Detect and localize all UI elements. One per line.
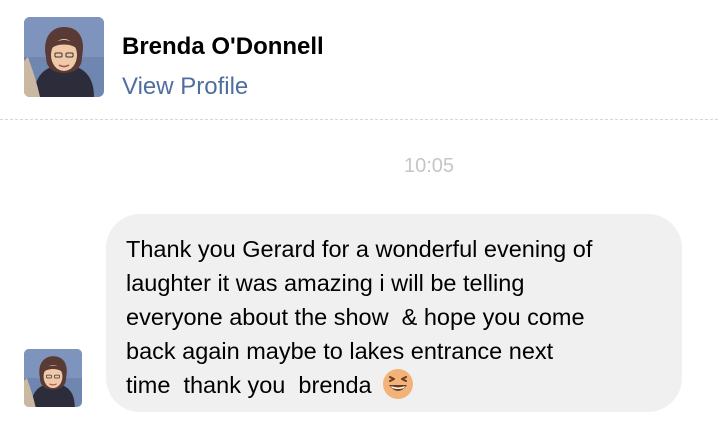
grinning-squinting-face-icon — [382, 368, 414, 400]
sender-avatar[interactable] — [24, 349, 82, 407]
message-line: Thank you Gerard for a wonderful evening… — [126, 236, 593, 262]
message-line: time thank you brenda — [126, 372, 372, 398]
message-text: Thank you Gerard for a wonderful evening… — [126, 232, 662, 402]
header-divider — [0, 119, 718, 120]
avatar-photo-icon — [24, 349, 82, 407]
message-timestamp: 10:05 — [403, 155, 455, 177]
contact-avatar[interactable] — [24, 17, 104, 97]
message-line: everyone about the show & hope you come — [126, 304, 585, 330]
avatar-photo-icon — [24, 17, 104, 97]
message-line: laughter it was amazing i will be tellin… — [126, 270, 525, 296]
chat-header: Brenda O'Donnell View Profile — [0, 0, 718, 120]
message-bubble[interactable]: Thank you Gerard for a wonderful evening… — [106, 214, 682, 412]
message-line: back again maybe to lakes entrance next — [126, 338, 554, 364]
contact-name[interactable]: Brenda O'Donnell — [122, 33, 324, 61]
view-profile-link[interactable]: View Profile — [122, 73, 248, 101]
